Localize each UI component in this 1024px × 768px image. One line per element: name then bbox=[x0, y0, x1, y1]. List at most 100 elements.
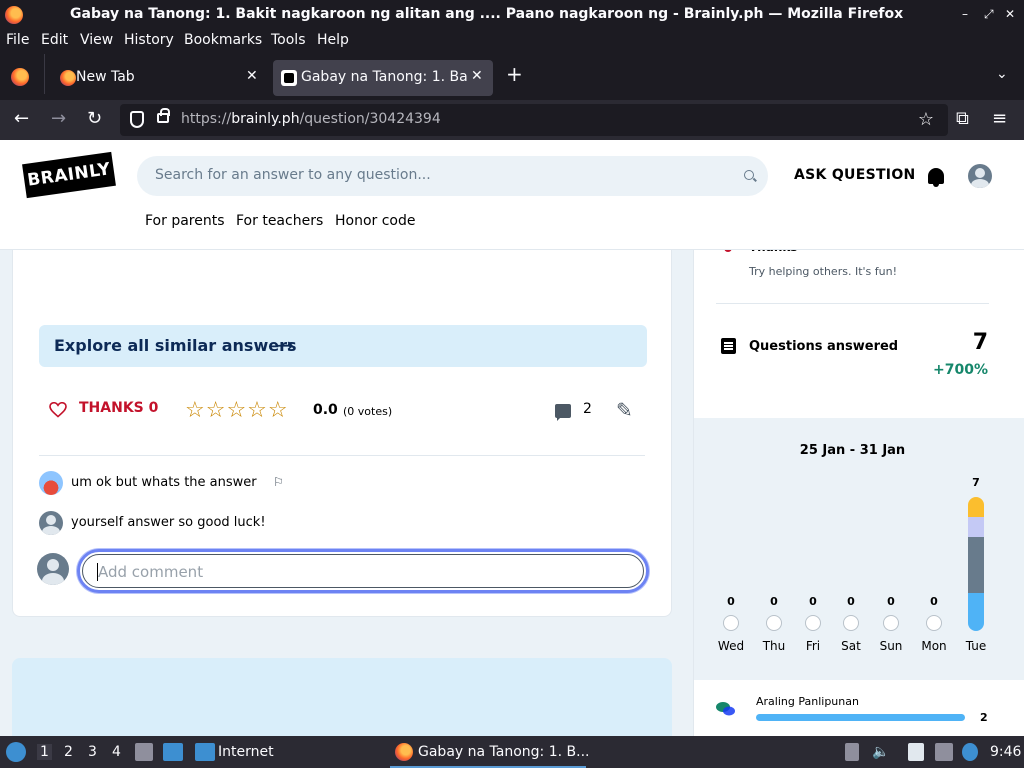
extensions-icon[interactable]: ⧉ bbox=[956, 108, 969, 129]
day-value: 0 bbox=[727, 595, 735, 608]
network-icon[interactable] bbox=[935, 743, 953, 761]
notifications-bell-icon[interactable] bbox=[928, 168, 944, 187]
thanks-label: THANKS 0 bbox=[79, 400, 159, 416]
day-value: 0 bbox=[930, 595, 938, 608]
file-manager-icon[interactable] bbox=[135, 743, 153, 761]
restore-icon[interactable]: ⤢ bbox=[984, 7, 994, 22]
edit-pencil-icon[interactable]: ✎ bbox=[616, 398, 633, 422]
forward-icon[interactable]: → bbox=[51, 108, 66, 129]
url-bar[interactable]: https://brainly.ph/question/30424394 ☆ bbox=[120, 104, 948, 136]
app-menu-icon[interactable]: ≡ bbox=[992, 108, 1007, 129]
menu-tools[interactable]: Tools bbox=[271, 32, 306, 48]
lock-icon[interactable] bbox=[157, 108, 170, 123]
day-name: Sun bbox=[879, 639, 903, 653]
taskbar: 1 2 3 4 Internet Gabay na Tanong: 1. B..… bbox=[0, 736, 1024, 768]
folder-icon[interactable] bbox=[195, 743, 215, 761]
workspace-2[interactable]: 2 bbox=[64, 744, 73, 760]
minimize-icon[interactable]: – bbox=[962, 7, 968, 21]
day-value: 0 bbox=[847, 595, 855, 608]
updates-icon[interactable] bbox=[962, 743, 978, 761]
firefox-tab-icon bbox=[60, 70, 76, 86]
start-menu-icon[interactable] bbox=[6, 742, 26, 762]
week-range: 25 Jan - 31 Jan bbox=[799, 443, 906, 458]
site-header: BRAINLY Search for an answer to any ques… bbox=[0, 140, 1024, 250]
close-tab-icon[interactable]: ✕ bbox=[471, 68, 483, 84]
menu-history[interactable]: History bbox=[124, 32, 174, 48]
search-input[interactable]: Search for an answer to any question... bbox=[137, 156, 768, 196]
day-value: 0 bbox=[887, 595, 895, 608]
day-value: 0 bbox=[809, 595, 817, 608]
workspace-3[interactable]: 3 bbox=[88, 744, 97, 760]
list-all-tabs-icon[interactable]: ⌄ bbox=[996, 66, 1008, 82]
workspace-4[interactable]: 4 bbox=[112, 744, 121, 760]
nav-for-parents[interactable]: For parents bbox=[145, 213, 225, 229]
tab-label: New Tab bbox=[76, 69, 135, 85]
tab-brainly[interactable]: Gabay na Tanong: 1. Bak ✕ bbox=[273, 60, 493, 96]
day-marker bbox=[883, 615, 899, 631]
menu-help[interactable]: Help bbox=[317, 32, 349, 48]
clock: 9:46 bbox=[990, 744, 1022, 760]
search-placeholder: Search for an answer to any question... bbox=[155, 167, 431, 183]
desktop-icon[interactable] bbox=[163, 743, 183, 761]
bookmark-star-icon[interactable]: ☆ bbox=[918, 109, 934, 130]
taskbar-firefox-window[interactable]: Gabay na Tanong: 1. B... bbox=[390, 736, 590, 768]
tab-new-tab[interactable]: New Tab ✕ bbox=[50, 60, 270, 96]
menu-file[interactable]: File bbox=[6, 32, 29, 48]
tab-separator bbox=[44, 54, 45, 94]
back-icon[interactable]: ← bbox=[14, 108, 29, 129]
day-marker bbox=[926, 615, 942, 631]
nav-honor-code[interactable]: Honor code bbox=[335, 213, 416, 229]
comments-icon[interactable] bbox=[555, 404, 571, 421]
workspace-1[interactable]: 1 bbox=[37, 744, 52, 760]
explore-similar-answers-button[interactable]: Explore all similar answers → bbox=[39, 325, 647, 367]
battery-icon[interactable] bbox=[845, 743, 859, 761]
questions-answered-icon bbox=[721, 338, 736, 354]
report-flag-icon[interactable]: ⚐ bbox=[273, 475, 284, 489]
menu-bar: File Edit View History Bookmarks Tools H… bbox=[0, 30, 1024, 52]
task-label: Gabay na Tanong: 1. B... bbox=[418, 744, 590, 760]
firefox-view-icon[interactable] bbox=[11, 68, 29, 86]
comment-text: um ok but whats the answer bbox=[71, 475, 257, 490]
reload-icon[interactable]: ↻ bbox=[87, 108, 102, 129]
arrow-right-icon: → bbox=[277, 333, 294, 357]
bar-segment bbox=[968, 537, 984, 593]
day-name: Mon bbox=[921, 639, 947, 653]
user-avatar[interactable] bbox=[968, 164, 992, 188]
day-tue-bar bbox=[968, 497, 984, 631]
ask-question-button[interactable]: ASK QUESTION bbox=[794, 167, 916, 183]
subject-progress-bar bbox=[756, 714, 965, 721]
subject-count: 2 bbox=[980, 711, 988, 724]
menu-bookmarks[interactable]: Bookmarks bbox=[184, 32, 262, 48]
commenter-avatar[interactable] bbox=[39, 511, 63, 535]
add-comment-input[interactable]: Add comment bbox=[77, 549, 649, 593]
day-marker bbox=[723, 615, 739, 631]
url-text[interactable]: https://brainly.ph/question/30424394 bbox=[181, 111, 441, 127]
brainly-logo[interactable]: BRAINLY bbox=[22, 151, 116, 199]
subject-name: Araling Panlipunan bbox=[756, 695, 859, 708]
new-tab-button[interactable]: + bbox=[506, 62, 523, 86]
close-tab-icon[interactable]: ✕ bbox=[246, 68, 258, 84]
search-icon[interactable] bbox=[744, 170, 754, 180]
commenter-avatar[interactable] bbox=[39, 471, 63, 495]
close-window-icon[interactable]: ✕ bbox=[1005, 7, 1015, 21]
questions-answered-label: Questions answered bbox=[749, 339, 899, 354]
divider bbox=[716, 303, 989, 304]
rating-stars[interactable]: ☆☆☆☆☆ bbox=[185, 398, 289, 423]
nav-for-teachers[interactable]: For teachers bbox=[236, 213, 323, 229]
volume-icon[interactable]: 🔈 bbox=[872, 744, 889, 760]
thanks-hint: Try helping others. It's fun! bbox=[749, 265, 897, 278]
bar-segment bbox=[968, 497, 984, 517]
bar-segment bbox=[968, 517, 984, 537]
tracking-protection-icon[interactable] bbox=[130, 111, 144, 128]
day-marker bbox=[843, 615, 859, 631]
clipboard-icon[interactable] bbox=[908, 743, 924, 761]
day-value: 7 bbox=[972, 476, 980, 489]
related-card bbox=[12, 658, 672, 736]
bar-segment bbox=[968, 593, 984, 631]
menu-view[interactable]: View bbox=[80, 32, 113, 48]
questions-answered-change: +700% bbox=[933, 362, 988, 378]
day-marker bbox=[805, 615, 821, 631]
menu-edit[interactable]: Edit bbox=[41, 32, 68, 48]
explore-label: Explore all similar answers bbox=[54, 336, 297, 355]
internet-launcher[interactable]: Internet bbox=[218, 744, 274, 760]
